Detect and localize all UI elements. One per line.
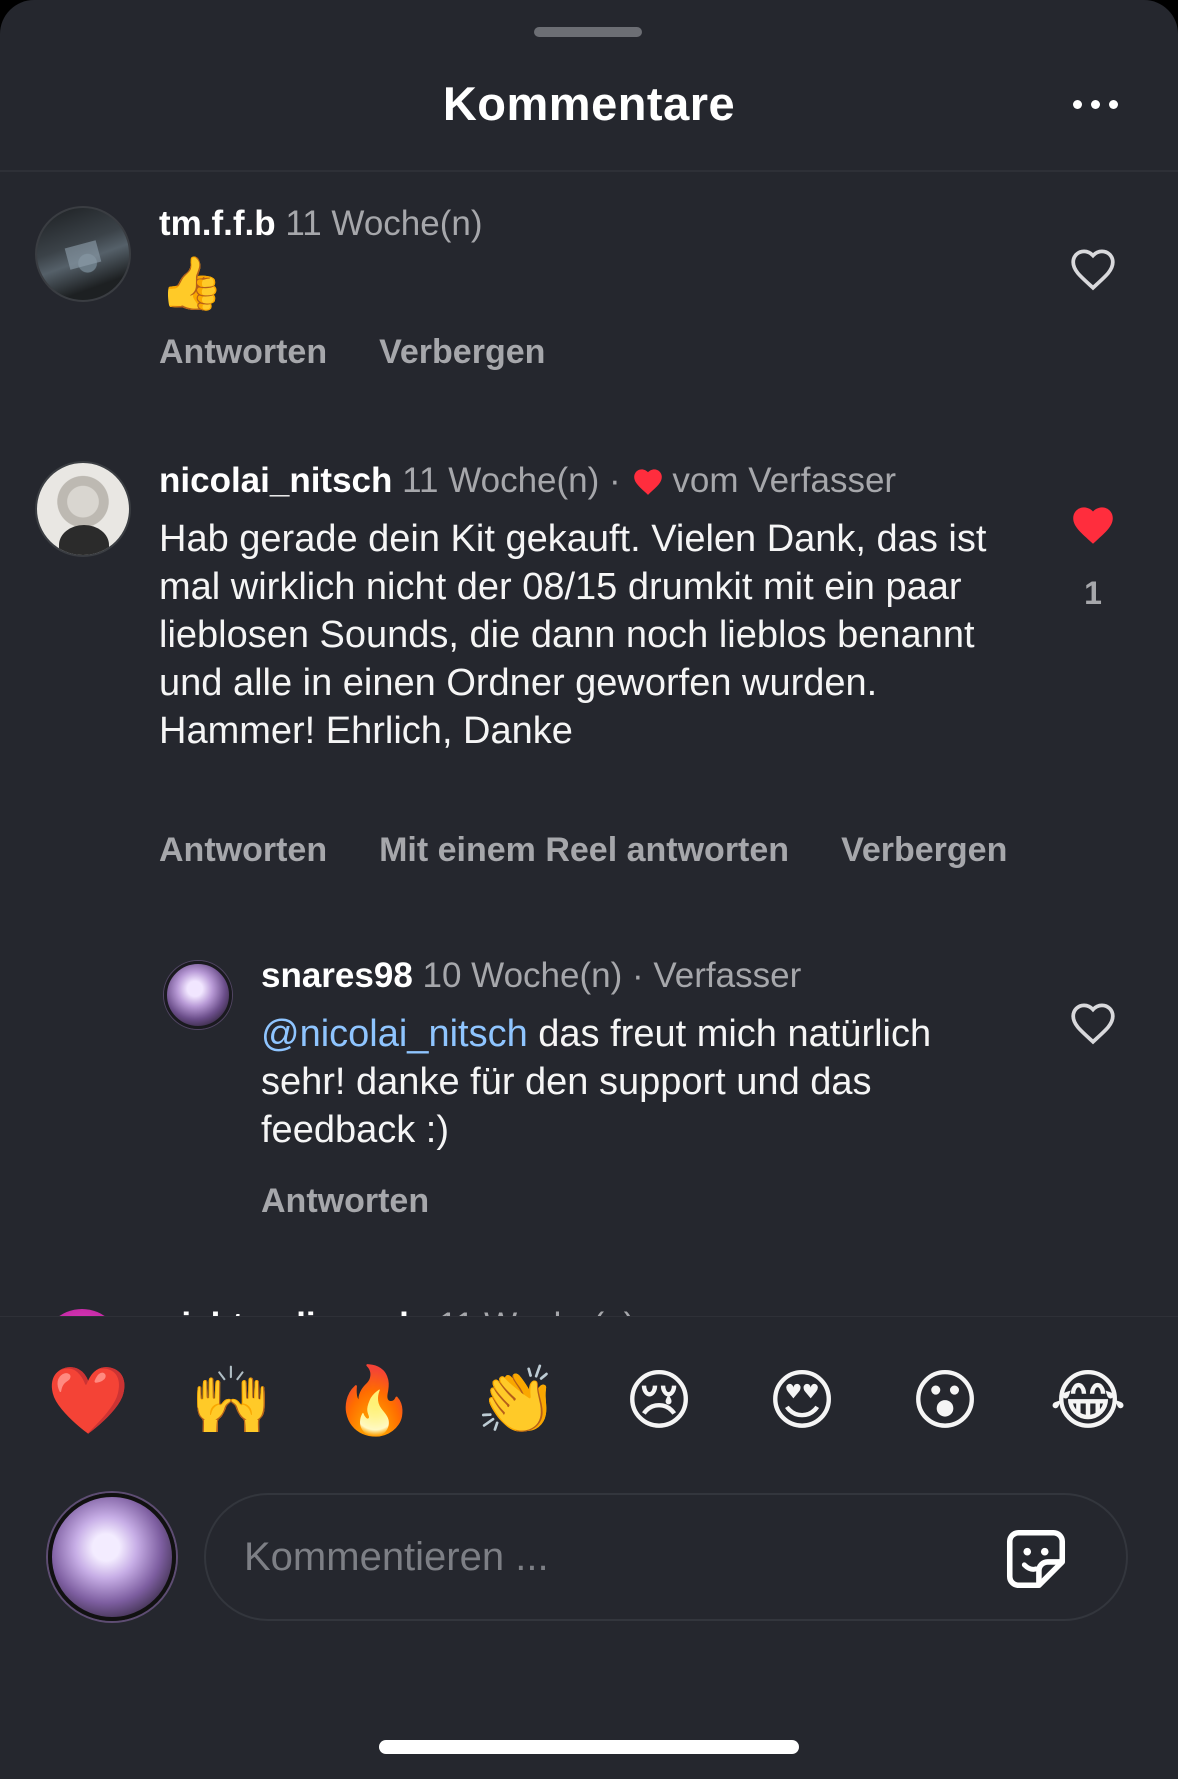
like-button[interactable] <box>1066 995 1120 1049</box>
separator: · <box>599 461 631 500</box>
comment-actions: Antworten Mit einem Reel antworten Verbe… <box>159 831 1007 870</box>
comment-composer <box>204 1493 1128 1621</box>
mention-link[interactable]: @nicolai_nitsch <box>261 1013 528 1055</box>
comment-header: nicolai_nitsch 11 Woche(n) · vom Verfass… <box>159 461 896 501</box>
comments-sheet: Kommentare tm.f.f.b 11 Woche(n) 👍 Antwor… <box>0 0 1178 1779</box>
comment-text: 👍 <box>159 255 224 313</box>
comment-age: 11 Woche(n) <box>285 204 483 243</box>
comment-age: 11 Woche(n) <box>402 461 600 500</box>
separator: · <box>622 956 654 995</box>
username[interactable]: snares98 <box>261 956 413 995</box>
username[interactable]: tm.f.f.b <box>159 204 276 243</box>
comment-input[interactable] <box>244 1525 944 1589</box>
header-divider <box>0 170 1178 172</box>
reply-text: @nicolai_nitsch das freut mich natürlich… <box>261 1010 1021 1154</box>
comment-age: 10 Woche(n) <box>422 956 623 995</box>
reply-with-reel-button[interactable]: Mit einem Reel antworten <box>379 831 789 870</box>
like-button[interactable] <box>1066 497 1120 551</box>
crying-emoji-button[interactable]: 😢 <box>619 1361 699 1441</box>
sheet-grabber[interactable] <box>534 27 642 37</box>
avatar[interactable] <box>164 961 232 1029</box>
fire-emoji-button[interactable]: 🔥 <box>333 1361 415 1441</box>
comment-header: tm.f.f.b 11 Woche(n) <box>159 204 483 244</box>
sticker-icon <box>1006 1529 1066 1589</box>
reply-header: snares98 10 Woche(n) · Verfasser <box>261 956 801 996</box>
like-count[interactable]: 1 <box>1066 575 1120 612</box>
avatar[interactable] <box>35 461 131 557</box>
laughing-emoji-button[interactable]: 😂 <box>1048 1361 1128 1441</box>
hide-button[interactable]: Verbergen <box>379 333 545 372</box>
heart-filled-icon <box>634 469 663 495</box>
like-button[interactable] <box>1066 241 1120 295</box>
reply-button[interactable]: Antworten <box>159 831 327 870</box>
comment-actions: Antworten Verbergen <box>159 333 545 372</box>
clapping-emoji-button[interactable]: 👏 <box>476 1361 558 1441</box>
comment-text: Hab gerade dein Kit gekauft. Vielen Dank… <box>159 518 987 752</box>
author-badge: Verfasser <box>653 956 802 995</box>
reply-actions: Antworten <box>261 1182 429 1221</box>
reply-button[interactable]: Antworten <box>261 1182 429 1221</box>
home-indicator <box>379 1740 799 1754</box>
heart-eyes-emoji-button[interactable]: 😍 <box>762 1361 842 1441</box>
heart-outline-icon <box>1071 1003 1115 1045</box>
author-like-label: vom Verfasser <box>672 461 897 500</box>
heart-outline-icon <box>1071 249 1115 291</box>
surprised-emoji-button[interactable]: 😮 <box>905 1361 985 1441</box>
page-title: Kommentare <box>442 77 736 130</box>
more-options-button[interactable] <box>1062 84 1128 124</box>
reply-button[interactable]: Antworten <box>159 333 327 372</box>
heart-filled-icon <box>1073 507 1113 544</box>
more-horizontal-icon <box>1072 99 1118 109</box>
raising-hands-emoji-button[interactable]: 🙌 <box>190 1361 272 1441</box>
current-user-avatar <box>48 1493 176 1621</box>
hide-button[interactable]: Verbergen <box>841 831 1007 870</box>
emoji-reaction-bar: ❤️ 🙌 🔥 👏 😢 😍 😮 😂 <box>0 1316 1178 1486</box>
avatar[interactable] <box>35 206 131 302</box>
heart-emoji-button[interactable]: ❤️ <box>47 1361 129 1441</box>
username[interactable]: nicolai_nitsch <box>159 461 392 500</box>
sticker-button[interactable] <box>996 1519 1076 1599</box>
